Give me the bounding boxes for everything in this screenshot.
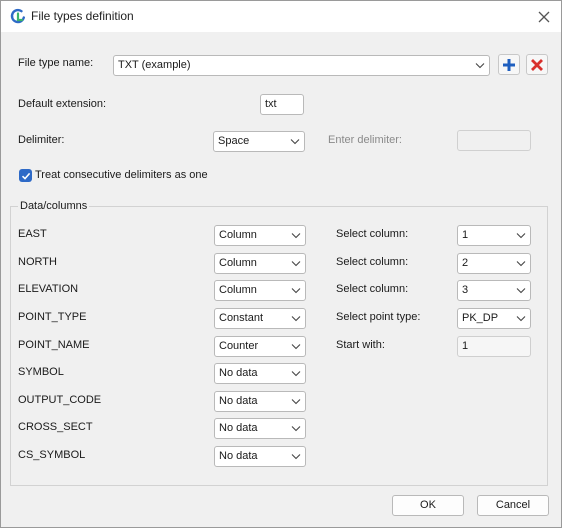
- treat-consecutive-label: Treat consecutive delimiters as one: [35, 169, 208, 181]
- right-dropdown-elevation[interactable]: 3: [457, 280, 531, 301]
- chevron-down-icon: [291, 454, 301, 460]
- ok-button[interactable]: OK: [392, 495, 464, 516]
- source-dropdown-elevation[interactable]: Column: [214, 280, 306, 301]
- right-label-elevation: Select column:: [336, 283, 409, 295]
- delete-file-type-button[interactable]: [526, 54, 548, 75]
- start-with-field-point-name[interactable]: 1: [457, 336, 531, 357]
- chevron-down-icon: [291, 261, 301, 267]
- right-value: 1: [462, 340, 469, 352]
- field-label-point-type: POINT_TYPE: [18, 311, 87, 323]
- source-dropdown-point-name[interactable]: Counter: [214, 336, 306, 357]
- right-dropdown-east[interactable]: 1: [457, 225, 531, 246]
- field-label-cs-symbol: CS_SYMBOL: [18, 449, 86, 461]
- right-label-east: Select column:: [336, 228, 409, 240]
- field-label-cross-sect: CROSS_SECT: [18, 421, 93, 433]
- chevron-down-icon: [291, 399, 301, 405]
- dialog-window: File types definition File type name: TX…: [0, 0, 562, 528]
- x-delete-icon: [531, 58, 543, 71]
- close-icon: [538, 11, 550, 22]
- title-bar: File types definition: [1, 1, 561, 32]
- checkmark-icon: [21, 172, 30, 180]
- field-label-point-name: POINT_NAME: [18, 339, 90, 351]
- right-label-point-type: Select point type:: [336, 311, 421, 323]
- file-type-name-label: File type name:: [18, 57, 94, 69]
- chevron-down-icon: [291, 316, 301, 322]
- right-value: 3: [462, 284, 469, 296]
- delimiter-label: Delimiter:: [18, 134, 65, 146]
- close-button[interactable]: [527, 1, 561, 32]
- source-value: No data: [219, 450, 258, 462]
- source-value: No data: [219, 422, 258, 434]
- default-extension-field[interactable]: txt: [260, 94, 304, 115]
- chevron-down-icon: [516, 288, 526, 294]
- right-value: 2: [462, 257, 469, 269]
- default-extension-label: Default extension:: [18, 98, 107, 110]
- source-value: No data: [219, 395, 258, 407]
- chevron-down-icon: [516, 316, 526, 322]
- right-value: 1: [462, 229, 469, 241]
- source-dropdown-north[interactable]: Column: [214, 253, 306, 274]
- chevron-down-icon: [291, 344, 301, 350]
- chevron-down-icon: [516, 233, 526, 239]
- treat-consecutive-checkbox[interactable]: [19, 169, 32, 182]
- source-dropdown-point-type[interactable]: Constant: [214, 308, 306, 329]
- chevron-down-icon: [475, 63, 485, 69]
- plus-icon: [503, 58, 515, 71]
- field-label-output-code: OUTPUT_CODE: [18, 394, 102, 406]
- source-dropdown-symbol[interactable]: No data: [214, 363, 306, 384]
- chevron-down-icon: [291, 233, 301, 239]
- right-label-point-name: Start with:: [336, 339, 385, 351]
- enter-delimiter-label: Enter delimiter:: [328, 134, 402, 146]
- default-extension-value: txt: [265, 98, 277, 110]
- app-logo-icon: [10, 8, 25, 24]
- source-dropdown-cross-sect[interactable]: No data: [214, 418, 306, 439]
- right-label-north: Select column:: [336, 256, 409, 268]
- file-type-name-value: TXT (example): [118, 59, 191, 71]
- field-label-east: EAST: [18, 228, 47, 240]
- chevron-down-icon: [291, 371, 301, 377]
- delimiter-dropdown[interactable]: Space: [213, 131, 305, 152]
- source-value: Column: [219, 257, 257, 269]
- source-value: Column: [219, 284, 257, 296]
- source-dropdown-cs-symbol[interactable]: No data: [214, 446, 306, 467]
- chevron-down-icon: [516, 261, 526, 267]
- right-dropdown-point-type[interactable]: PK_DP: [457, 308, 531, 329]
- delimiter-value: Space: [218, 135, 250, 147]
- source-value: No data: [219, 367, 258, 379]
- cancel-button[interactable]: Cancel: [477, 495, 549, 516]
- chevron-down-icon: [291, 426, 301, 432]
- right-value: PK_DP: [462, 312, 499, 324]
- file-type-name-dropdown[interactable]: TXT (example): [113, 55, 490, 76]
- source-value: Column: [219, 229, 257, 241]
- window-title: File types definition: [31, 9, 134, 23]
- source-value: Constant: [219, 312, 264, 324]
- chevron-down-icon: [290, 139, 300, 145]
- data-columns-legend: Data/columns: [18, 200, 90, 212]
- source-dropdown-output-code[interactable]: No data: [214, 391, 306, 412]
- field-label-symbol: SYMBOL: [18, 366, 64, 378]
- right-dropdown-north[interactable]: 2: [457, 253, 531, 274]
- field-label-elevation: ELEVATION: [18, 283, 79, 295]
- chevron-down-icon: [291, 288, 301, 294]
- source-dropdown-east[interactable]: Column: [214, 225, 306, 246]
- source-value: Counter: [219, 340, 259, 352]
- field-label-north: NORTH: [18, 256, 57, 268]
- enter-delimiter-field[interactable]: [457, 130, 531, 151]
- add-file-type-button[interactable]: [498, 54, 520, 75]
